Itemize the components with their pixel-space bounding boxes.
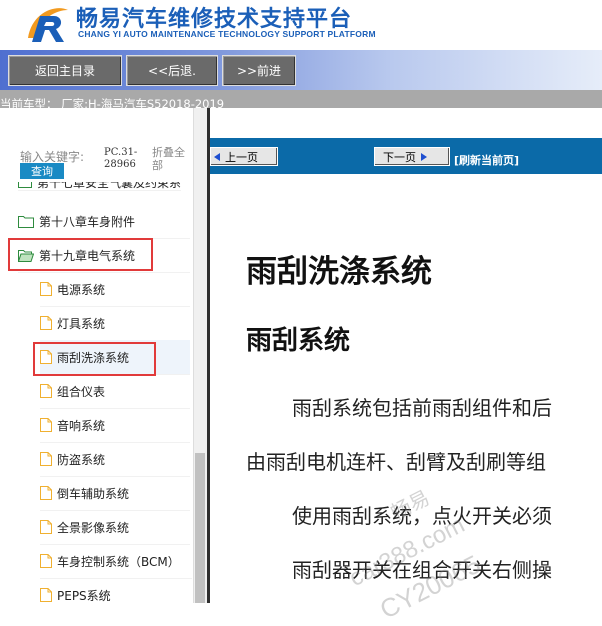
tree-item-label: 车身控制系统（BCM） bbox=[57, 554, 180, 569]
platform-subtitle: CHANG YI AUTO MAINTENANCE TECHNOLOGY SUP… bbox=[78, 29, 376, 39]
document-icon bbox=[40, 554, 52, 568]
folder-icon bbox=[18, 215, 34, 228]
prev-page-button[interactable]: 上一页 bbox=[210, 147, 278, 166]
tree-item-partial[interactable]: 第十七章安全气囊及约束系 bbox=[18, 182, 182, 191]
document-icon bbox=[40, 282, 52, 296]
tree-item-label: PEPS系统 bbox=[57, 588, 111, 603]
doc-paragraph: 由雨刮电机连杆、刮臂及刮刷等组 bbox=[246, 450, 546, 474]
tree-item-label: 灯具系统 bbox=[57, 316, 106, 331]
document-icon bbox=[40, 452, 52, 466]
next-page-label: 下一页 bbox=[383, 150, 416, 164]
tree-item-label: 防盗系统 bbox=[57, 452, 106, 467]
tree-item-parking-assist[interactable]: 倒车辅助系统 bbox=[40, 476, 190, 511]
arrow-left-icon bbox=[214, 152, 220, 161]
tree-item-label: 电源系统 bbox=[57, 282, 106, 297]
changyi-logo-icon bbox=[28, 8, 68, 42]
tree-item-label: 全景影像系统 bbox=[57, 520, 130, 535]
document-icon bbox=[40, 588, 52, 602]
tree-item-lighting-system[interactable]: 灯具系统 bbox=[40, 306, 190, 341]
folder-icon bbox=[18, 182, 32, 188]
toolbar: 返回主目录 <<后退. >>前进 bbox=[0, 50, 602, 90]
tree-item-anti-theft[interactable]: 防盗系统 bbox=[40, 442, 190, 477]
tree-item-surround-view[interactable]: 全景影像系统 bbox=[40, 510, 190, 545]
highlight-chapter-19 bbox=[8, 238, 153, 271]
tree-item-label: 第十八章车身附件 bbox=[39, 214, 136, 229]
arrow-right-icon bbox=[421, 152, 427, 161]
document-icon bbox=[40, 520, 52, 534]
highlight-wiper-washer bbox=[33, 342, 156, 376]
tree-item-power-system[interactable]: 电源系统 bbox=[40, 272, 190, 307]
header: 畅易汽车维修技术支持平台 CHANG YI AUTO MAINTENANCE T… bbox=[0, 0, 602, 50]
tree-item-peps[interactable]: PEPS系统 bbox=[40, 578, 190, 603]
back-button[interactable]: <<后退. bbox=[126, 55, 218, 86]
page-nav-bar: 上一页 下一页 bbox=[210, 138, 602, 174]
document-icon bbox=[40, 316, 52, 330]
search-area: 输入关键字: 查询 PC.31-28966 折叠全部 bbox=[0, 108, 193, 180]
tree-item-label: 倒车辅助系统 bbox=[57, 486, 130, 501]
tree-item-label: 组合仪表 bbox=[57, 384, 106, 399]
doc-title: 雨刮洗涤系统 bbox=[246, 254, 432, 290]
sidebar-scrollbar-thumb[interactable] bbox=[195, 453, 205, 603]
tree-item-chapter-18[interactable]: 第十八章车身附件 bbox=[18, 204, 190, 239]
tree-item-label: 第十七章安全气囊及约束系 bbox=[37, 182, 182, 190]
collapse-all-link[interactable]: 折叠全部 bbox=[152, 146, 190, 172]
forward-button[interactable]: >>前进 bbox=[222, 55, 296, 86]
tree-item-audio-system[interactable]: 音响系统 bbox=[40, 408, 190, 443]
doc-subtitle: 雨刮系统 bbox=[246, 326, 351, 356]
keyword-input[interactable]: PC.31-28966 bbox=[104, 147, 144, 171]
doc-paragraph: 雨刮系统包括前雨刮组件和后 bbox=[292, 396, 552, 420]
document-icon bbox=[40, 486, 52, 500]
tree-item-label: 音响系统 bbox=[57, 418, 106, 433]
prev-page-label: 上一页 bbox=[225, 150, 258, 164]
refresh-page-link[interactable]: [刷新当前页] bbox=[454, 152, 519, 168]
document-icon bbox=[40, 418, 52, 432]
home-button[interactable]: 返回主目录 bbox=[8, 55, 122, 86]
next-page-button[interactable]: 下一页 bbox=[374, 147, 450, 166]
query-button[interactable]: 查询 bbox=[20, 163, 64, 179]
document-icon bbox=[40, 384, 52, 398]
tree-item-bcm[interactable]: 车身控制系统（BCM） bbox=[40, 544, 192, 579]
tree-item-instrument-cluster[interactable]: 组合仪表 bbox=[40, 374, 190, 409]
